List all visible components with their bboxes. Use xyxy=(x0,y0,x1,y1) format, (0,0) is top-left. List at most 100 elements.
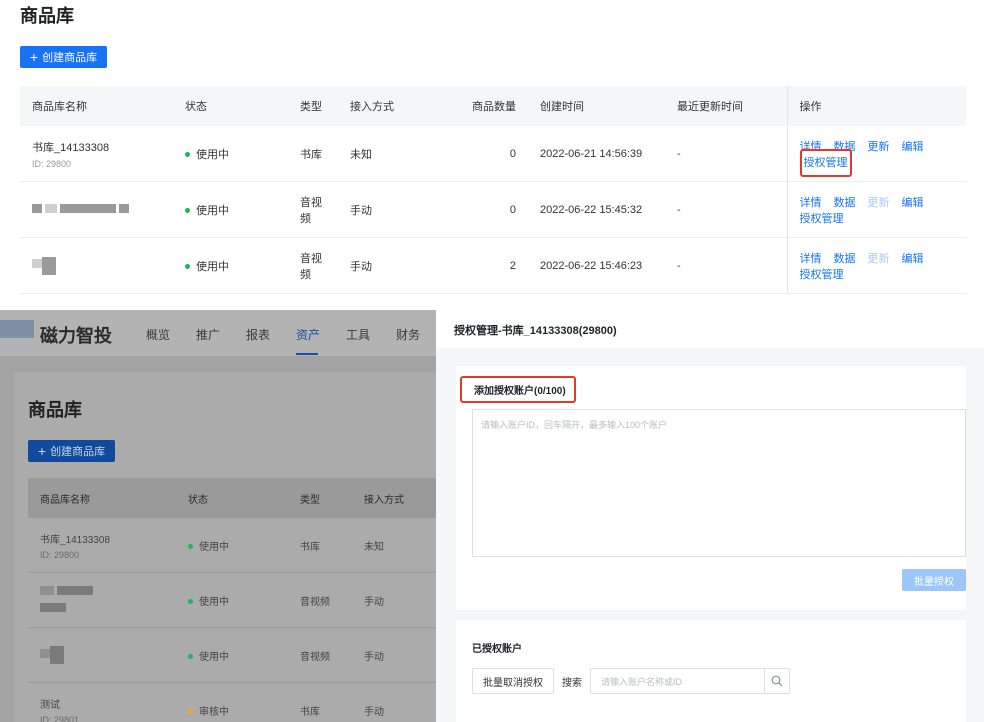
add-auth-label: 添加授权账户(0/100) xyxy=(460,376,576,403)
textarea-placeholder: 请输入账户ID，回车隔开，最多输入100个账户 xyxy=(481,420,668,430)
status-text: 使用中 xyxy=(199,541,229,553)
count-cell: 0 xyxy=(428,181,528,238)
detail-link[interactable]: 详情 xyxy=(800,253,822,265)
create-library-button[interactable]: + 创建商品库 xyxy=(28,440,115,462)
col-name: 商品库名称 xyxy=(28,478,176,518)
updated-cell: - xyxy=(665,126,788,182)
type-cell: 音视频 xyxy=(288,627,352,683)
nav-promotion[interactable]: 推广 xyxy=(196,326,220,343)
library-name-link[interactable]: 书库_14133308 xyxy=(32,139,161,155)
data-link[interactable]: 数据 xyxy=(834,253,856,265)
table-row: 测试 ID: 29801 审核中 书库 手动 xyxy=(28,682,436,722)
auth-manage-link[interactable]: 授权管理 xyxy=(800,213,844,225)
col-created: 创建时间 xyxy=(528,86,665,126)
col-ops: 操作 xyxy=(787,86,966,126)
nav-assets[interactable]: 资产 xyxy=(296,326,320,343)
created-cell: 2022-06-22 15:46:23 xyxy=(528,237,665,294)
status-dot-icon xyxy=(185,264,190,270)
auth-manage-link[interactable]: 授权管理 xyxy=(799,148,852,177)
ops-cell: 详情 数据 更新 编辑授权管理 xyxy=(787,126,966,182)
type-cell: 音视频 xyxy=(288,181,338,238)
blurred-name xyxy=(40,585,164,615)
ops-cell: 详情 数据 更新 编辑授权管理 xyxy=(787,237,966,294)
table-header-row: 商品库名称 状态 类型 接入方式 商品数量 创建时间 最近更新时间 操作 xyxy=(20,86,966,126)
batch-authorize-button[interactable]: 批量授权 xyxy=(902,569,966,591)
edit-link[interactable]: 编辑 xyxy=(902,141,924,153)
table-row: 书库_14133308 ID: 29800 使用中 书库 未知 xyxy=(28,518,436,573)
data-link[interactable]: 数据 xyxy=(834,197,856,209)
count-cell: 0 xyxy=(428,126,528,182)
table-row: 使用中 音视频 手动 xyxy=(28,572,436,628)
nav-finance[interactable]: 财务 xyxy=(396,326,420,343)
access-cell: 手动 xyxy=(338,181,428,238)
nav-tools[interactable]: 工具 xyxy=(346,326,370,343)
status-dot-icon xyxy=(188,544,193,550)
access-cell: 手动 xyxy=(352,572,436,628)
type-cell: 书库 xyxy=(288,126,338,182)
library-table: 商品库名称 状态 类型 接入方式 商品数量 创建时间 最近更新时间 操作 书库_… xyxy=(20,86,966,294)
type-cell: 书库 xyxy=(288,682,352,722)
nav-overview[interactable]: 概览 xyxy=(146,326,170,343)
ops-cell: 详情 数据 更新 编辑授权管理 xyxy=(787,181,966,238)
page-title: 商品库 xyxy=(20,6,74,26)
type-cell: 音视频 xyxy=(288,572,352,628)
library-name: 书库_14133308 xyxy=(40,534,111,546)
batch-cancel-button[interactable]: 批量取消授权 xyxy=(472,668,554,694)
status-text: 使用中 xyxy=(199,651,229,663)
col-name: 商品库名称 xyxy=(20,86,173,126)
count-cell: 2 xyxy=(428,237,528,294)
create-library-label: 创建商品库 xyxy=(50,446,106,458)
account-id-textarea[interactable]: 请输入账户ID，回车隔开，最多输入100个账户 xyxy=(472,409,966,557)
updated-cell: - xyxy=(665,181,788,238)
created-cell: 2022-06-22 15:45:32 xyxy=(528,181,665,238)
access-cell: 未知 xyxy=(338,126,428,182)
col-status: 状态 xyxy=(173,86,288,126)
update-link[interactable]: 更新 xyxy=(868,141,890,153)
status-dot-icon xyxy=(188,654,193,660)
detail-link[interactable]: 详情 xyxy=(800,197,822,209)
plus-icon: + xyxy=(37,443,47,459)
search-icon[interactable] xyxy=(764,669,789,693)
status-text: 使用中 xyxy=(199,596,229,608)
status-text: 审核中 xyxy=(199,706,229,718)
library-id: ID: 29800 xyxy=(32,158,72,169)
type-cell: 音视频 xyxy=(288,237,338,294)
auth-manage-link[interactable]: 授权管理 xyxy=(800,269,844,281)
access-cell: 手动 xyxy=(352,682,436,722)
col-status: 状态 xyxy=(176,478,288,518)
create-library-button[interactable]: + 创建商品库 xyxy=(20,46,107,68)
col-type: 类型 xyxy=(288,86,338,126)
status-dot-icon xyxy=(185,208,190,214)
product-library-panel: 商品库 + 创建商品库 商品库名称 状态 类型 接入方式 商品数量 创建时间 最… xyxy=(0,0,984,296)
col-access: 接入方式 xyxy=(338,86,428,126)
col-type: 类型 xyxy=(288,478,352,518)
authorized-label: 已授权账户 xyxy=(472,644,522,655)
library-id: ID: 29801 xyxy=(40,714,80,722)
edit-link[interactable]: 编辑 xyxy=(902,253,924,265)
access-cell: 未知 xyxy=(352,518,436,573)
plus-icon: + xyxy=(29,49,39,65)
update-link[interactable]: 更新 xyxy=(868,197,890,209)
dimmed-app-background: 磁力智投 概览 推广 报表 资产 工具 财务 商品库 + 创建商品库 商品库名称… xyxy=(0,310,436,722)
search-label: 搜索 xyxy=(562,678,582,689)
status-text: 使用中 xyxy=(196,260,229,273)
col-count: 商品数量 xyxy=(428,86,528,126)
logo-mark-icon xyxy=(0,320,34,338)
library-table: 商品库名称 状态 类型 接入方式 书库_14133308 ID: 29800 使用… xyxy=(28,478,436,722)
app-logo: 磁力智投 xyxy=(40,326,112,346)
table-row: 使用中 音视频 手动 2 2022-06-22 15:46:23 - 详情 数据更… xyxy=(20,237,966,294)
status-dot-icon xyxy=(188,599,193,605)
status-text: 使用中 xyxy=(196,204,229,217)
access-cell: 手动 xyxy=(352,627,436,683)
blurred-name xyxy=(32,256,161,275)
status-text: 使用中 xyxy=(196,148,229,161)
blurred-name xyxy=(40,646,164,664)
table-row: 使用中 音视频 手动 0 2022-06-22 15:45:32 - 详情 数据更… xyxy=(20,181,966,238)
search-input[interactable]: 请输入账户名称或ID xyxy=(590,668,790,694)
edit-link[interactable]: 编辑 xyxy=(902,197,924,209)
create-library-label: 创建商品库 xyxy=(42,52,98,64)
nav-reports[interactable]: 报表 xyxy=(246,326,270,343)
library-name: 测试 xyxy=(40,699,60,711)
update-link[interactable]: 更新 xyxy=(868,253,890,265)
status-dot-icon xyxy=(185,152,190,158)
